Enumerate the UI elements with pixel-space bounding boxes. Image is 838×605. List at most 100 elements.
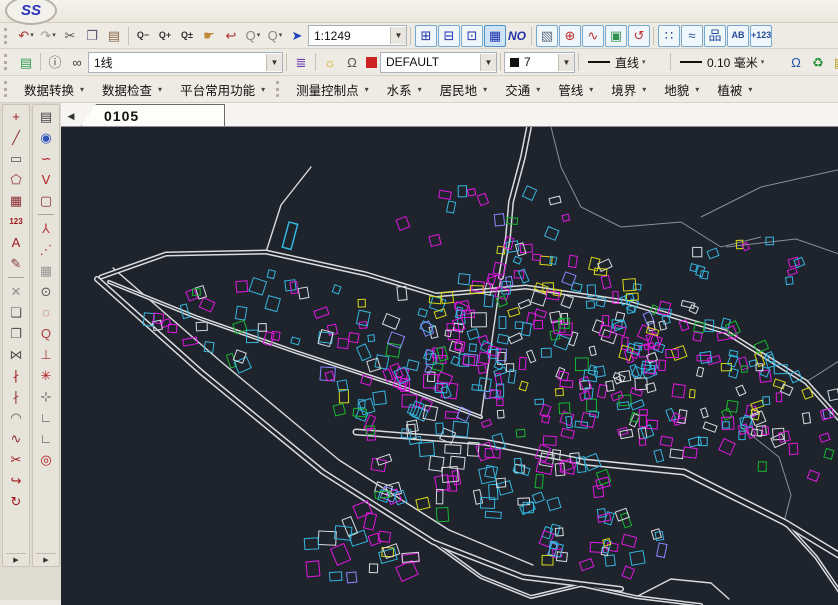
- cut-icon[interactable]: ✂: [59, 25, 81, 47]
- scale-combobox[interactable]: 1:1249 ▼: [308, 25, 407, 46]
- viewport-single-icon[interactable]: ⊡: [461, 25, 483, 47]
- no-toggle-button[interactable]: NO: [506, 25, 528, 47]
- linewidth-combobox[interactable]: 0.10 毫米 ▾: [674, 52, 785, 73]
- category-menu-button[interactable]: 境界▾: [602, 76, 655, 103]
- menu-item[interactable]: [88, 8, 112, 14]
- notebook[interactable]: ▤: [35, 106, 57, 127]
- perpendicular[interactable]: ⊥: [35, 344, 57, 365]
- category-menu-button[interactable]: 管线▾: [549, 76, 602, 103]
- category-menu-button[interactable]: 平台常用功能▾: [171, 76, 274, 103]
- menu-item[interactable]: [136, 8, 160, 14]
- toolbar-overflow-button[interactable]: ▶: [6, 553, 26, 566]
- toolbar-grip[interactable]: [4, 54, 11, 70]
- toolbar-grip[interactable]: [276, 81, 283, 97]
- draw-point[interactable]: +: [5, 106, 27, 127]
- pan-icon[interactable]: ☛: [198, 25, 220, 47]
- fly-icon[interactable]: ➤: [286, 25, 308, 47]
- dropdown-caret-icon[interactable]: ▾: [30, 32, 34, 39]
- zoom-window-icon[interactable]: Q±: [176, 25, 198, 47]
- fillet[interactable]: ↪: [5, 470, 27, 491]
- scatter-points-icon[interactable]: ∷: [658, 25, 680, 47]
- axis-x[interactable]: ∟: [35, 428, 57, 449]
- undo-icon[interactable]: ↶▾: [15, 25, 37, 47]
- erase[interactable]: ✕: [5, 281, 27, 302]
- linetype-combobox[interactable]: 直线 ▾: [582, 52, 667, 73]
- entity-type-combobox[interactable]: 1线 ▼: [88, 52, 283, 73]
- section-line-icon[interactable]: ∿: [582, 25, 604, 47]
- draw-polygon[interactable]: ⬠: [5, 169, 27, 190]
- unlock-icon[interactable]: Ω: [341, 51, 363, 73]
- chevron-down-icon[interactable]: ▼: [480, 54, 496, 71]
- spline[interactable]: ∽: [35, 148, 57, 169]
- profile-tool-icon[interactable]: ▧: [536, 25, 558, 47]
- contour-icon[interactable]: ≈: [681, 25, 703, 47]
- lock-icon[interactable]: Ω: [785, 51, 807, 73]
- info-icon[interactable]: ⓘ: [44, 51, 66, 73]
- layers-icon[interactable]: ≣: [290, 51, 312, 73]
- symbol-library[interactable]: ◉: [35, 127, 57, 148]
- point-on-line[interactable]: ⊹: [35, 386, 57, 407]
- toolbar-overflow-button[interactable]: ▶: [36, 553, 56, 566]
- chevron-down-icon[interactable]: ▾: [642, 58, 646, 66]
- draw-text[interactable]: A: [5, 232, 27, 253]
- category-menu-button[interactable]: 数据转换▾: [15, 76, 93, 103]
- dashed-circle[interactable]: ◌: [35, 302, 57, 323]
- category-menu-button[interactable]: 数据检查▾: [93, 76, 171, 103]
- loop-tool-icon[interactable]: ↺: [628, 25, 650, 47]
- point-locate-icon[interactable]: ⊕: [559, 25, 581, 47]
- toolbar-grip[interactable]: [4, 81, 11, 97]
- menu-item[interactable]: [232, 8, 256, 14]
- menu-item[interactable]: [160, 8, 184, 14]
- draw-line[interactable]: ╱: [5, 127, 27, 148]
- layer-on-icon[interactable]: ☼: [319, 51, 341, 73]
- copy-icon[interactable]: ❐: [81, 25, 103, 47]
- redo-icon[interactable]: ↷▾: [37, 25, 59, 47]
- code-panel-icon[interactable]: ▤: [15, 51, 37, 73]
- axis-p[interactable]: ∟: [35, 407, 57, 428]
- paste-icon[interactable]: ▤: [103, 25, 125, 47]
- grid-snap[interactable]: ▦: [35, 260, 57, 281]
- extend[interactable]: ∤: [5, 386, 27, 407]
- mirror[interactable]: ⋈: [5, 344, 27, 365]
- category-menu-button[interactable]: 交通▾: [496, 76, 549, 103]
- menu-item[interactable]: [64, 8, 88, 14]
- draw-rectangle[interactable]: ▭: [5, 148, 27, 169]
- viewport-zoom-icon[interactable]: ⊟: [438, 25, 460, 47]
- menu-item[interactable]: [280, 8, 304, 14]
- viewport-extents-icon[interactable]: ⊞: [415, 25, 437, 47]
- chevron-down-icon[interactable]: ▼: [266, 54, 282, 71]
- circle-center[interactable]: ⊙: [35, 281, 57, 302]
- zoom-in-icon[interactable]: Q+: [154, 25, 176, 47]
- menu-item[interactable]: [112, 8, 136, 14]
- zoom-out-icon[interactable]: Q−: [132, 25, 154, 47]
- category-menu-button[interactable]: 植被▾: [708, 76, 761, 103]
- named-view-icon[interactable]: Q▾: [242, 25, 264, 47]
- move-object[interactable]: ❐: [5, 323, 27, 344]
- layer-color-swatch[interactable]: [366, 57, 377, 68]
- circle-tangent[interactable]: Q: [35, 323, 57, 344]
- text-label-icon[interactable]: AB: [727, 25, 749, 47]
- chevron-down-icon[interactable]: ▼: [390, 27, 406, 44]
- category-menu-button[interactable]: 水系▾: [378, 76, 431, 103]
- color-combobox[interactable]: 7 ▼: [504, 52, 575, 73]
- menu-item[interactable]: [256, 8, 280, 14]
- menu-item[interactable]: [184, 8, 208, 14]
- survey-map[interactable]: [61, 127, 838, 605]
- refresh-doc-icon[interactable]: ♻: [807, 51, 829, 73]
- layer-combobox[interactable]: DEFAULT ▼: [380, 52, 497, 73]
- break-object[interactable]: ✂: [5, 449, 27, 470]
- edit-attr-icon[interactable]: ▤: [829, 51, 838, 73]
- draw-hatch[interactable]: ▦: [5, 190, 27, 211]
- menu-item[interactable]: [208, 8, 232, 14]
- number-label-icon[interactable]: +123: [750, 25, 772, 47]
- tab-scroll-left-button[interactable]: ◀: [63, 108, 79, 124]
- trim[interactable]: ∤: [5, 365, 27, 386]
- node-edit[interactable]: ⅄: [35, 218, 57, 239]
- dropdown-caret-icon[interactable]: ▾: [279, 32, 283, 39]
- map-canvas[interactable]: [61, 127, 838, 600]
- zoom-previous-icon[interactable]: ↩: [220, 25, 242, 47]
- drawing-tab[interactable]: 0105: [81, 104, 225, 126]
- target[interactable]: ◎: [35, 449, 57, 470]
- triangulation[interactable]: V: [35, 169, 57, 190]
- rotate-123[interactable]: ↻: [5, 491, 27, 512]
